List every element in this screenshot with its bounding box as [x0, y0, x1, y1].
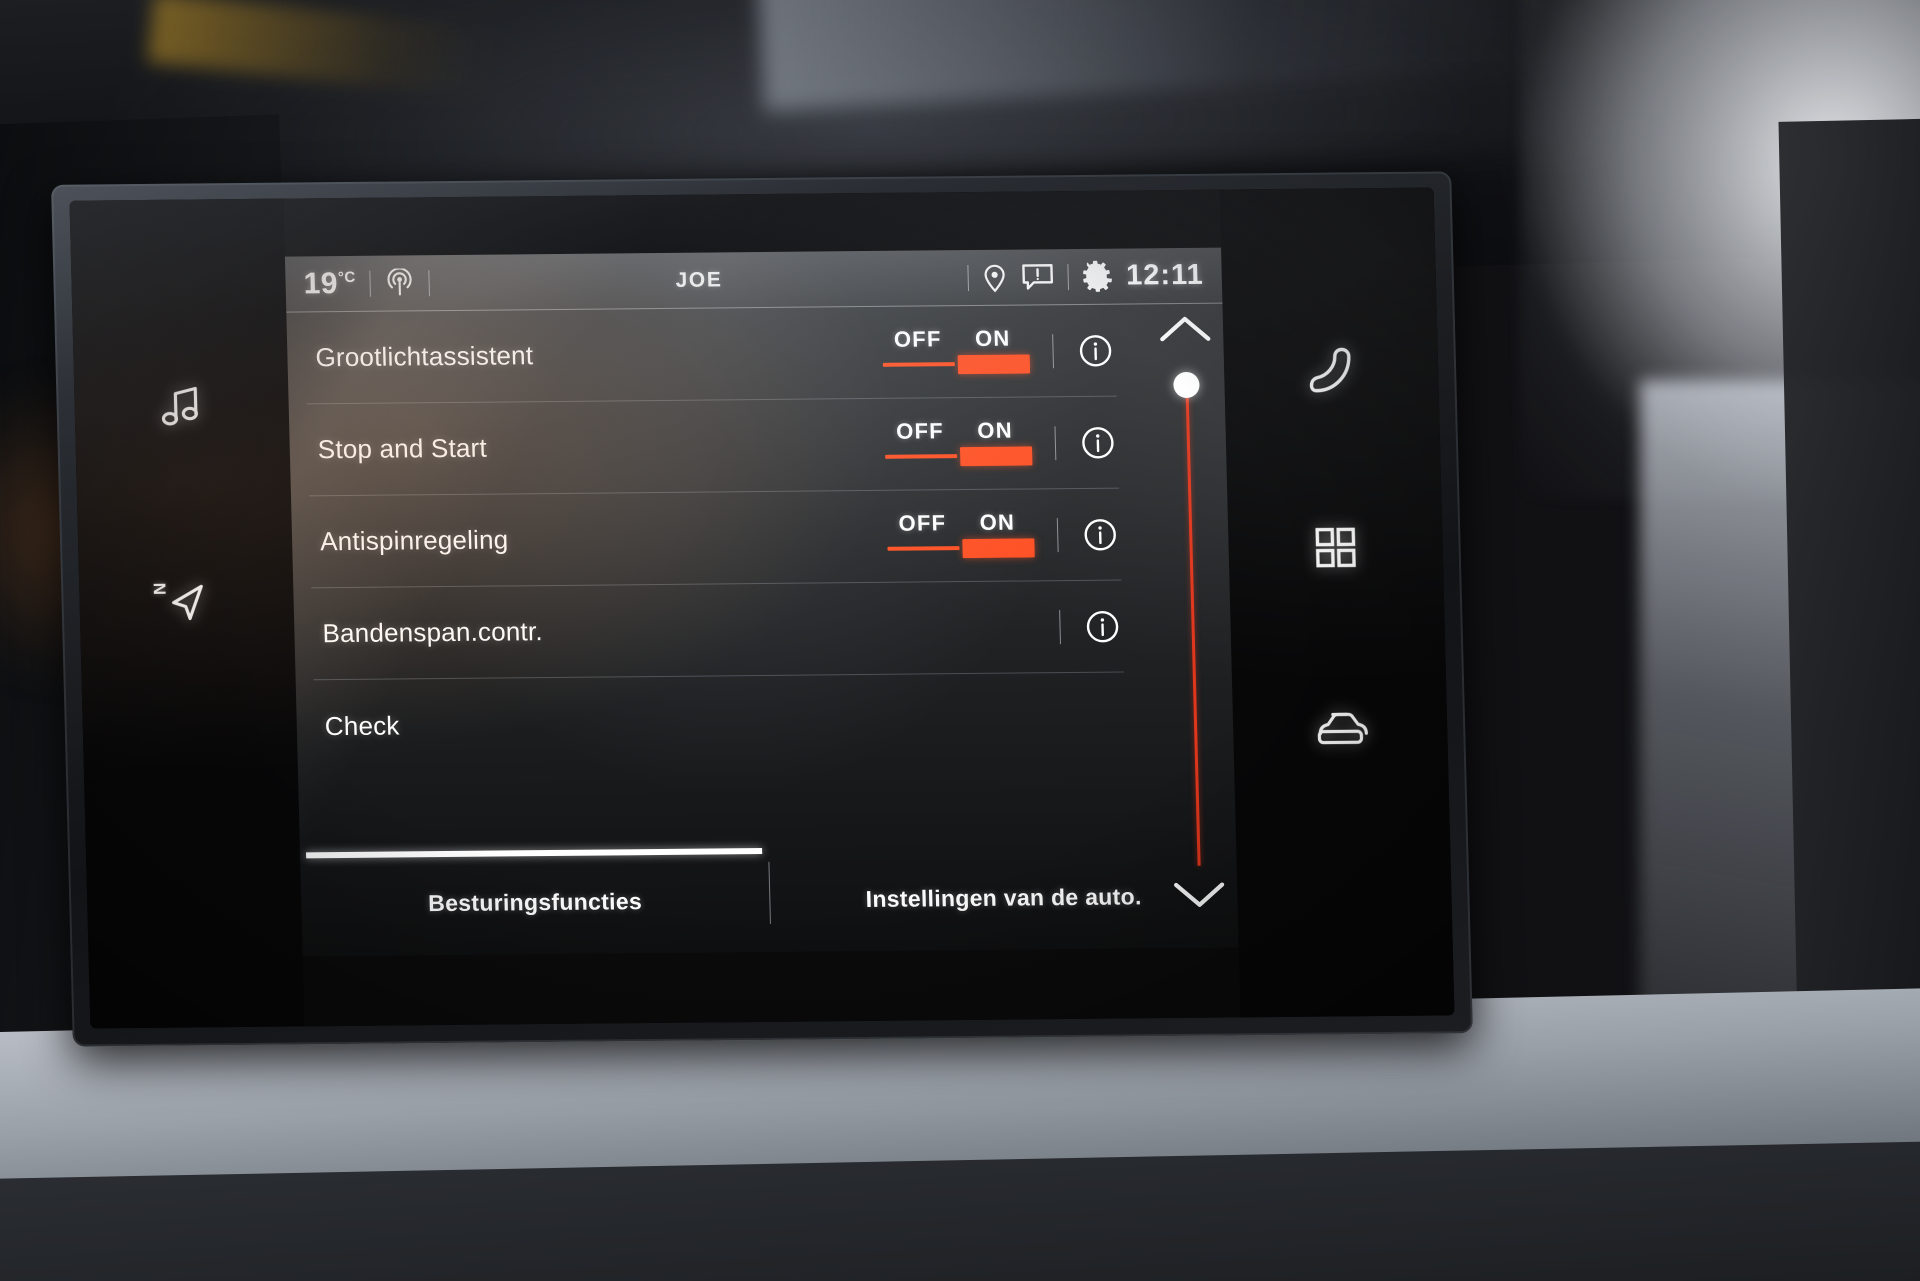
toggle-option-on[interactable]: ON: [955, 323, 1031, 380]
settings-row[interactable]: Grootlichtassistent OFF ON: [304, 304, 1117, 405]
music-note-icon[interactable]: [142, 367, 222, 446]
scrollbar-track-area[interactable]: [1171, 352, 1214, 872]
status-bar-right: 12:11: [967, 258, 1205, 294]
off-on-toggle[interactable]: OFF ON: [884, 507, 1035, 564]
outside-temperature: 19°C: [303, 266, 356, 300]
settings-row-controls: OFF ON: [884, 506, 1120, 564]
tab-besturingsfuncties[interactable]: Besturingsfuncties: [300, 848, 770, 956]
infotainment-unit-bezel: N 19°C JOE 12:11 Grootlichtassistent OFF…: [51, 171, 1473, 1047]
scrollbar[interactable]: [1147, 312, 1238, 913]
settings-row-label: Bandenspan.contr.: [322, 616, 544, 649]
off-on-toggle[interactable]: OFF ON: [880, 323, 1031, 380]
info-icon[interactable]: [1077, 422, 1118, 462]
toggle-option-on[interactable]: ON: [957, 415, 1033, 472]
settings-row[interactable]: Antispinregeling OFF ON: [309, 488, 1122, 589]
toggle-indicator-bar: [882, 361, 955, 367]
status-divider-3: [967, 264, 970, 291]
toggle-option-label: OFF: [898, 509, 947, 536]
gear-icon[interactable]: [1082, 260, 1114, 292]
status-bar-center: JOE: [430, 266, 969, 295]
settings-row[interactable]: Check: [314, 673, 1126, 773]
toggle-option-off[interactable]: OFF: [882, 416, 958, 473]
left-hardware-button-column: N: [72, 295, 295, 643]
tab-instellingen-van-de-auto[interactable]: Instellingen van de auto.: [769, 843, 1239, 951]
status-divider-4: [1067, 263, 1070, 290]
toggle-option-off[interactable]: OFF: [884, 508, 960, 565]
status-divider-1: [369, 270, 372, 297]
toggle-option-label: ON: [979, 509, 1016, 535]
clock: 12:11: [1125, 258, 1205, 292]
phone-handset-icon[interactable]: [1291, 330, 1371, 409]
driver-profile-name[interactable]: JOE: [675, 268, 722, 291]
navigation-arrow-icon[interactable]: N: [147, 563, 227, 642]
info-icon[interactable]: [1080, 514, 1121, 554]
car-front-icon[interactable]: [1300, 686, 1380, 765]
screen-content: N 19°C JOE 12:11 Grootlichtassistent OFF…: [69, 187, 1455, 1029]
right-hardware-button-column: [1222, 284, 1448, 766]
toggle-option-label: ON: [977, 417, 1014, 443]
toggle-indicator-bar: [957, 353, 1030, 374]
control-divider: [1054, 425, 1057, 460]
scrollbar-track: [1184, 375, 1201, 866]
toggle-indicator-bar: [884, 453, 957, 459]
chevron-up-icon[interactable]: [1156, 312, 1215, 347]
toggle-option-label: OFF: [895, 417, 945, 444]
toggle-indicator-bar: [961, 537, 1035, 558]
info-icon[interactable]: [1082, 606, 1123, 646]
settings-row-controls: OFF ON: [880, 322, 1116, 380]
toggle-placeholder: [887, 599, 1038, 656]
toggle-option-on[interactable]: ON: [959, 507, 1035, 564]
settings-row-label: Stop and Start: [317, 432, 488, 465]
settings-row-label: Check: [324, 709, 400, 741]
settings-row-controls: OFF ON: [882, 414, 1118, 472]
settings-panel: 19°C JOE 12:11 Grootlichtassistent OFF O…: [284, 247, 1239, 957]
control-divider: [1056, 517, 1059, 552]
scrollbar-thumb[interactable]: [1173, 371, 1200, 399]
apps-grid-icon[interactable]: [1296, 508, 1376, 587]
settings-row[interactable]: Bandenspan.contr.: [311, 580, 1124, 681]
infotainment-screen: N 19°C JOE 12:11 Grootlichtassistent OFF…: [69, 187, 1455, 1029]
info-icon[interactable]: [1075, 330, 1116, 370]
photograph-of-car-infotainment-screen: N 19°C JOE 12:11 Grootlichtassistent OFF…: [0, 0, 1920, 1281]
settings-row[interactable]: Stop and Start OFF ON: [306, 396, 1120, 497]
toggle-indicator-bar: [959, 445, 1032, 466]
toggle-option-label: ON: [974, 325, 1011, 351]
location-pin-icon[interactable]: [982, 262, 1009, 292]
bottom-tab-bar: Besturingsfuncties Instellingen van de au…: [300, 843, 1239, 956]
status-bar-left: 19°C: [303, 266, 431, 301]
message-alert-icon[interactable]: [1021, 262, 1056, 292]
settings-row-controls: [887, 598, 1123, 656]
settings-list: Grootlichtassistent OFF ON Stop and Start OF…: [286, 304, 1144, 772]
settings-row-label: Antispinregeling: [319, 524, 509, 557]
control-divider: [1052, 333, 1054, 368]
toggle-option-label: OFF: [893, 325, 942, 352]
toggle-indicator-bar: [886, 545, 960, 551]
settings-row-label: Grootlichtassistent: [315, 340, 534, 373]
control-divider: [1059, 609, 1061, 644]
toggle-option-off[interactable]: OFF: [880, 324, 956, 381]
radio-broadcast-icon[interactable]: [384, 267, 415, 298]
off-on-toggle[interactable]: OFF ON: [882, 415, 1033, 472]
status-bar: 19°C JOE 12:11: [284, 247, 1223, 313]
